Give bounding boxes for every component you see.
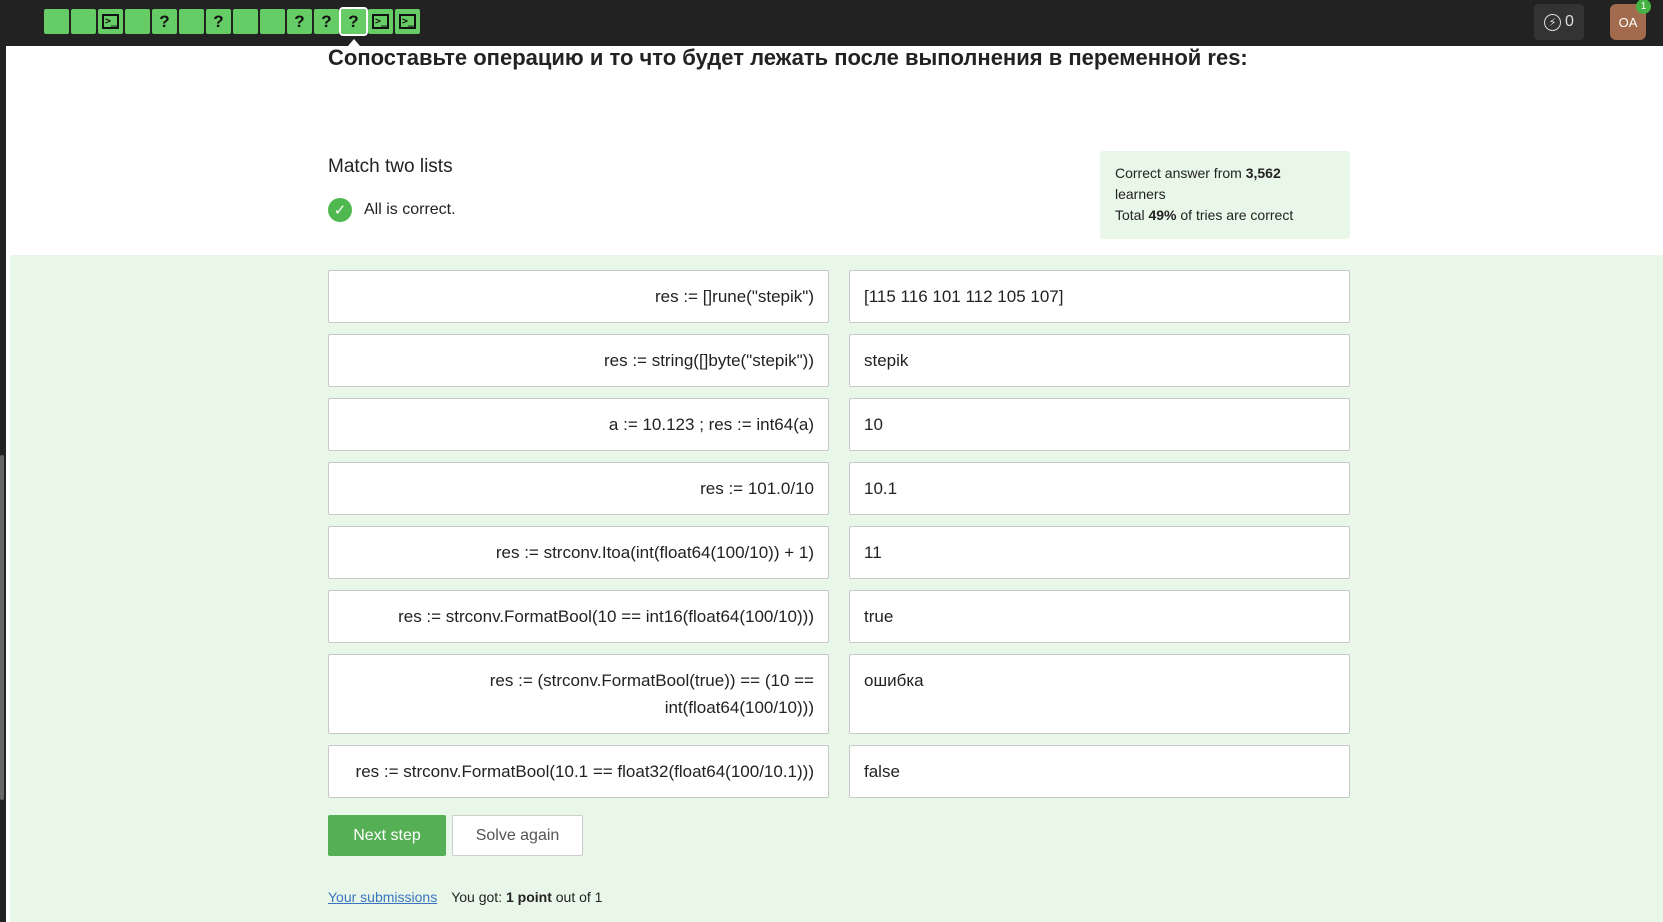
question-text: Сопоставьте операцию и то что будет лежа… — [328, 45, 1248, 70]
energy-counter[interactable]: ⚡ 0 — [1534, 4, 1584, 40]
user-avatar[interactable]: OA 1 — [1610, 0, 1651, 40]
result-cell[interactable]: stepik — [849, 334, 1350, 387]
step-7[interactable]: ? — [206, 9, 231, 34]
terminal-icon: >_ — [399, 14, 416, 29]
check-circle-icon: ✓ — [328, 198, 352, 222]
question-mark-icon: ? — [321, 11, 332, 31]
pair-row: a := 10.123 ; res := int64(a) 10 — [328, 398, 1350, 451]
stats-percent-line: Total 49% of tries are correct — [1115, 207, 1294, 223]
task-title: Match two lists — [328, 156, 453, 177]
notification-badge: 1 — [1636, 0, 1651, 14]
operation-cell: res := (strconv.FormatBool(true)) == (10… — [328, 654, 829, 734]
submission-footer: Your submissions You got: 1 point out of… — [328, 889, 602, 905]
top-navigation-bar: >_????? >_ >_ ⚡ 0 OA 1 — [0, 0, 1663, 46]
operation-cell: res := 101.0/10 — [328, 462, 829, 515]
step-12[interactable]: ? — [339, 7, 368, 46]
operation-cell: res := strconv.Itoa(int(float64(100/10))… — [328, 526, 829, 579]
step-9[interactable] — [260, 9, 285, 34]
step-5[interactable]: ? — [152, 9, 177, 34]
operation-cell: res := []rune("stepik") — [328, 270, 829, 323]
result-cell[interactable]: 10.1 — [849, 462, 1350, 515]
step-8[interactable] — [233, 9, 258, 34]
action-buttons: Next step Solve again — [328, 815, 583, 856]
energy-icon: ⚡ — [1544, 13, 1562, 31]
question-mark-icon: ? — [159, 11, 170, 31]
step-4[interactable] — [125, 9, 150, 34]
result-cell[interactable]: 11 — [849, 526, 1350, 579]
match-pairs-list: res := []rune("stepik") [115 116 101 112 … — [328, 270, 1350, 809]
pair-row: res := (strconv.FormatBool(true)) == (10… — [328, 654, 1350, 734]
operation-cell: a := 10.123 ; res := int64(a) — [328, 398, 829, 451]
operation-cell: res := strconv.FormatBool(10.1 == float3… — [328, 745, 829, 798]
result-cell[interactable]: true — [849, 590, 1350, 643]
step-6[interactable] — [179, 9, 204, 34]
step-11[interactable]: ? — [314, 9, 339, 34]
energy-count: 0 — [1565, 13, 1574, 30]
next-step-button[interactable]: Next step — [328, 815, 446, 856]
step-13[interactable]: >_ — [368, 9, 393, 34]
result-cell[interactable]: 10 — [849, 398, 1350, 451]
operation-cell: res := string([]byte("stepik")) — [328, 334, 829, 387]
solve-again-button[interactable]: Solve again — [452, 815, 583, 856]
operation-cell: res := strconv.FormatBool(10 == int16(fl… — [328, 590, 829, 643]
pair-row: res := 101.0/10 10.1 — [328, 462, 1350, 515]
step-1[interactable] — [44, 9, 69, 34]
pair-row: res := strconv.FormatBool(10 == int16(fl… — [328, 590, 1350, 643]
stats-learners-line: Correct answer from 3,562 learners — [1115, 165, 1281, 202]
pair-row: res := strconv.Itoa(int(float64(100/10))… — [328, 526, 1350, 579]
step-2[interactable] — [71, 9, 96, 34]
terminal-icon: >_ — [372, 14, 389, 29]
step-3[interactable]: >_ — [98, 9, 123, 34]
status-text: All is correct. — [364, 201, 456, 218]
stats-panel: Correct answer from 3,562 learners Total… — [1100, 151, 1350, 239]
result-cell[interactable]: ошибка — [849, 654, 1350, 734]
terminal-icon: >_ — [102, 14, 119, 29]
lesson-steps: >_????? >_ >_ — [44, 7, 420, 46]
score-text: You got: 1 point out of 1 — [451, 889, 603, 905]
pair-row: res := string([]byte("stepik")) stepik — [328, 334, 1350, 387]
step-10[interactable]: ? — [287, 9, 312, 34]
step-14[interactable]: >_ — [395, 9, 420, 34]
question-mark-icon: ? — [213, 11, 224, 31]
question-mark-icon: ? — [348, 11, 359, 31]
correct-percent: 49% — [1148, 207, 1177, 223]
left-scrollbar[interactable] — [0, 455, 4, 800]
pair-row: res := strconv.FormatBool(10.1 == float3… — [328, 745, 1350, 798]
result-cell[interactable]: [115 116 101 112 105 107] — [849, 270, 1350, 323]
learners-count: 3,562 — [1245, 165, 1281, 181]
avatar-initials: OA — [1618, 14, 1638, 30]
result-cell[interactable]: false — [849, 745, 1350, 798]
result-status: ✓ All is correct. — [328, 198, 456, 222]
question-mark-icon: ? — [294, 11, 305, 31]
your-submissions-link[interactable]: Your submissions — [328, 889, 437, 905]
pair-row: res := []rune("stepik") [115 116 101 112 … — [328, 270, 1350, 323]
